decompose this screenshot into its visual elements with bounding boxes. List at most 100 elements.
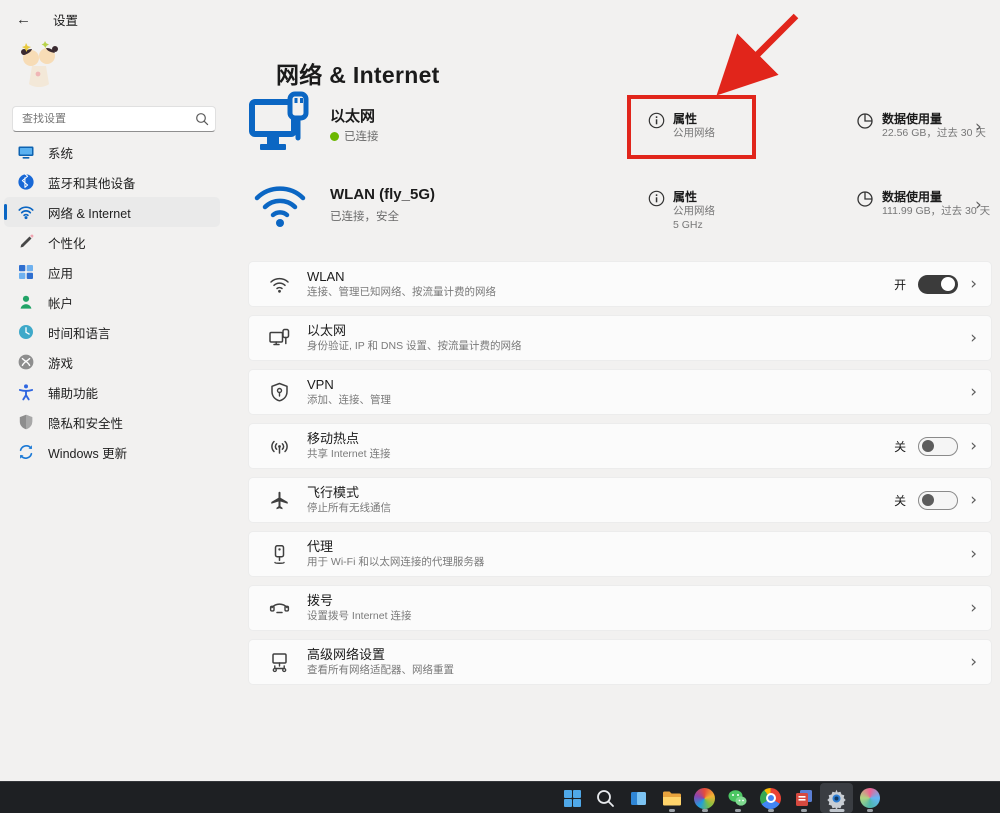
search-box — [12, 106, 216, 132]
file-explorer-button[interactable] — [655, 783, 688, 813]
toggle-state-label: 关 — [894, 492, 906, 509]
start-button[interactable] — [556, 783, 589, 813]
chevron-right-icon[interactable]: › — [970, 384, 977, 401]
red-document-app-icon — [794, 788, 814, 808]
toggle-state-label: 关 — [894, 438, 906, 455]
titlebar: ← 设置 — [16, 10, 78, 29]
airplane-toggle[interactable] — [918, 491, 958, 510]
chevron-right-icon[interactable]: › — [970, 330, 977, 347]
running-indicator — [669, 809, 675, 812]
accessibility-icon — [17, 383, 35, 401]
photos-app-button[interactable] — [853, 783, 886, 813]
card-subtitle: 添加、连接、管理 — [307, 394, 970, 408]
sidebar-item-label: 时间和语言 — [48, 323, 111, 342]
chevron-right-icon[interactable]: › — [970, 600, 977, 617]
card-title: 移动热点 — [307, 431, 894, 447]
wlan-title: WLAN (fly_5G) — [330, 186, 435, 203]
pinwheel-app-button[interactable] — [688, 783, 721, 813]
hotspot-toggle[interactable] — [918, 437, 958, 456]
sidebar-item-bluetooth[interactable]: 蓝牙和其他设备 — [4, 167, 220, 197]
windows-update-icon — [17, 443, 35, 461]
card-airplane-mode[interactable]: 飞行模式 停止所有无线通信 关 › — [248, 477, 992, 523]
chevron-right-icon[interactable]: › — [975, 197, 982, 214]
sidebar-item-label: 帐户 — [48, 293, 73, 312]
personalization-icon — [17, 233, 35, 251]
card-wlan[interactable]: WLAN 连接、管理已知网络、按流量计费的网络 开 › — [248, 261, 992, 307]
connected-status-icon — [330, 132, 339, 141]
chevron-right-icon[interactable]: › — [970, 438, 977, 455]
wlan-properties[interactable]: 属性 公用网络 5 GHz — [648, 190, 715, 232]
card-title: 以太网 — [307, 323, 970, 339]
ethernet-data-usage[interactable]: 数据使用量 22.56 GB，过去 30 天 — [856, 112, 986, 141]
apps-icon — [17, 263, 35, 281]
red-document-app-button[interactable] — [787, 783, 820, 813]
pie-chart-icon — [856, 190, 874, 208]
task-view-icon — [629, 789, 648, 808]
sidebar-item-label: 辅助功能 — [48, 383, 98, 402]
sidebar-item-system[interactable]: 系统 — [4, 137, 220, 167]
chevron-right-icon[interactable]: › — [975, 119, 982, 136]
search-icon — [195, 112, 209, 126]
file-explorer-icon — [661, 788, 682, 809]
sidebar-item-label: Windows 更新 — [48, 443, 127, 462]
selected-indicator — [4, 204, 7, 220]
taskbar — [0, 781, 1000, 813]
sidebar-item-network[interactable]: 网络 & Internet — [4, 197, 220, 227]
dialup-phone-icon — [267, 597, 291, 620]
sidebar-item-accounts[interactable]: 帐户 — [4, 287, 220, 317]
wlan-toggle[interactable] — [918, 275, 958, 294]
sidebar-item-windows-update[interactable]: Windows 更新 — [4, 437, 220, 467]
card-advanced-network[interactable]: 高级网络设置 查看所有网络适配器、网络重置 › — [248, 639, 992, 685]
wechat-button[interactable] — [721, 783, 754, 813]
pinwheel-app-icon — [694, 788, 715, 809]
system-icon — [17, 143, 35, 161]
chrome-button[interactable] — [754, 783, 787, 813]
settings-button[interactable] — [820, 783, 853, 813]
sidebar-item-label: 隐私和安全性 — [48, 413, 123, 432]
sidebar-item-apps[interactable]: 应用 — [4, 257, 220, 287]
card-subtitle: 连接、管理已知网络、按流量计费的网络 — [307, 286, 894, 300]
sidebar-item-accessibility[interactable]: 辅助功能 — [4, 377, 220, 407]
gaming-icon — [17, 353, 35, 371]
ethernet-status: 已连接 — [330, 128, 379, 144]
time-language-icon — [17, 323, 35, 341]
sidebar-item-personalization[interactable]: 个性化 — [4, 227, 220, 257]
card-title: 代理 — [307, 539, 970, 555]
ethernet-title: 以太网 — [330, 105, 375, 126]
pie-chart-icon — [856, 112, 874, 130]
vpn-shield-icon — [267, 381, 291, 404]
chevron-right-icon[interactable]: › — [970, 276, 977, 293]
chevron-right-icon[interactable]: › — [970, 492, 977, 509]
taskbar-search-button[interactable] — [589, 783, 622, 813]
card-vpn[interactable]: VPN 添加、连接、管理 › — [248, 369, 992, 415]
user-avatar — [18, 40, 62, 92]
sidebar-item-time-language[interactable]: 时间和语言 — [4, 317, 220, 347]
annotation-red-arrow-icon — [688, 2, 828, 106]
wlan-data-usage[interactable]: 数据使用量 111.99 GB，过去 30 天 — [856, 190, 990, 219]
sidebar-item-gaming[interactable]: 游戏 — [4, 347, 220, 377]
chrome-icon — [760, 788, 781, 809]
accounts-icon — [17, 293, 35, 311]
card-title: WLAN — [307, 269, 894, 285]
chevron-right-icon[interactable]: › — [970, 546, 977, 563]
card-title: 高级网络设置 — [307, 647, 970, 663]
card-mobile-hotspot[interactable]: 移动热点 共享 Internet 连接 关 › — [248, 423, 992, 469]
back-arrow-icon[interactable]: ← — [16, 11, 31, 28]
task-view-button[interactable] — [622, 783, 655, 813]
sidebar-item-privacy[interactable]: 隐私和安全性 — [4, 407, 220, 437]
card-title: 飞行模式 — [307, 485, 894, 501]
chevron-right-icon[interactable]: › — [970, 654, 977, 671]
card-subtitle: 用于 Wi-Fi 和以太网连接的代理服务器 — [307, 556, 970, 570]
card-dialup[interactable]: 拨号 设置拨号 Internet 连接 › — [248, 585, 992, 631]
sidebar-item-label: 蓝牙和其他设备 — [48, 173, 136, 192]
running-indicator — [735, 809, 741, 812]
card-proxy[interactable]: 代理 用于 Wi-Fi 和以太网连接的代理服务器 › — [248, 531, 992, 577]
sidebar-nav: 系统 蓝牙和其他设备 网络 & Internet 个性化 应用 帐户 — [4, 137, 220, 467]
card-ethernet[interactable]: 以太网 身份验证, IP 和 DNS 设置、按流量计费的网络 › — [248, 315, 992, 361]
card-subtitle: 设置拨号 Internet 连接 — [307, 610, 970, 624]
running-indicator — [768, 809, 774, 812]
card-subtitle: 共享 Internet 连接 — [307, 448, 894, 462]
info-icon — [648, 190, 665, 207]
photos-app-icon — [860, 788, 880, 808]
search-input[interactable] — [22, 113, 195, 125]
